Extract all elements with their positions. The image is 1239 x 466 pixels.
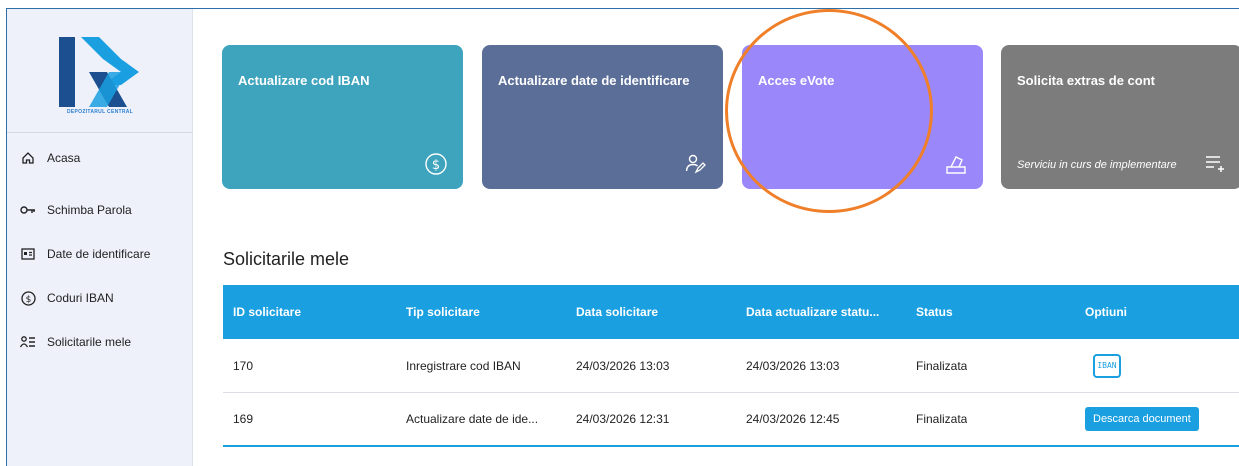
- logo-text: DEPOZITARUL CENTRAL: [66, 109, 134, 115]
- cell-updated: 24/03/2026 13:03: [746, 358, 840, 373]
- card-note: Serviciu in curs de implementare: [1017, 159, 1177, 171]
- sidebar-item-label: Coduri IBAN: [47, 291, 114, 305]
- column-header[interactable]: Data actualizare statu...: [746, 305, 896, 319]
- cell-id: 169: [233, 412, 254, 426]
- sidebar-item-acasa[interactable]: Acasa: [19, 147, 80, 169]
- sidebar: DEPOZITARUL CENTRAL Acasa Schimba Parola…: [7, 9, 193, 466]
- dollar-circle-icon: $: [425, 153, 447, 175]
- column-header[interactable]: Status: [916, 305, 953, 319]
- column-header[interactable]: Optiuni: [1085, 305, 1127, 319]
- id-card-icon: [19, 245, 37, 263]
- column-header[interactable]: ID solicitare: [233, 305, 301, 319]
- descarca-document-button[interactable]: Descarca document: [1085, 407, 1199, 431]
- sidebar-item-coduri-iban[interactable]: $ Coduri IBAN: [19, 287, 114, 309]
- logo: DEPOZITARUL CENTRAL: [7, 9, 193, 133]
- card-title: Acces eVote: [758, 73, 835, 88]
- cell-updated: 24/03/2026 12:45: [746, 412, 840, 426]
- sidebar-item-date-de-identificare[interactable]: Date de identificare: [19, 243, 150, 265]
- dollar-circle-icon: $: [19, 289, 37, 307]
- card-solicita-extras-de-cont[interactable]: Solicita extras de cont Serviciu in curs…: [1001, 45, 1239, 189]
- card-title: Actualizare cod IBAN: [238, 73, 370, 88]
- svg-text:$: $: [25, 295, 31, 305]
- svg-text:$: $: [432, 158, 440, 173]
- list-add-icon: [1204, 153, 1226, 175]
- section-title: Solicitarile mele: [223, 249, 350, 269]
- column-header[interactable]: Tip solicitare: [406, 305, 480, 319]
- app-window: DEPOZITARUL CENTRAL Acasa Schimba Parola…: [6, 8, 1239, 466]
- iban-icon: IBAN: [1093, 353, 1121, 378]
- card-actualizare-cod-iban[interactable]: Actualizare cod IBAN $: [222, 45, 463, 189]
- home-icon: [19, 149, 37, 167]
- cell-date: 24/03/2026 12:31: [576, 412, 670, 426]
- cell-type: Inregistrare cod IBAN: [406, 358, 521, 373]
- user-list-icon: [19, 333, 37, 351]
- card-title: Solicita extras de cont: [1017, 73, 1155, 88]
- sidebar-item-label: Solicitarile mele: [47, 335, 132, 349]
- column-header[interactable]: Data solicitare: [576, 305, 658, 319]
- cell-status: Finalizata: [916, 358, 968, 373]
- cell-type: Actualizare date de ide...: [406, 412, 539, 426]
- sidebar-item-label: Acasa: [47, 151, 81, 165]
- sidebar-item-label: Date de identificare: [47, 247, 151, 261]
- table-row: 170 Inregistrare cod IBAN 24/03/2026 13:…: [223, 339, 1239, 393]
- requests-table: ID solicitare Tip solicitare Data solici…: [223, 285, 1239, 447]
- sidebar-item-schimba-parola[interactable]: Schimba Parola: [19, 199, 132, 221]
- cell-id: 170: [233, 358, 254, 373]
- descarca-document-label: Descarca document: [1085, 407, 1199, 431]
- card-acces-evote[interactable]: Acces eVote: [742, 45, 983, 189]
- sidebar-item-solicitarile-mele[interactable]: Solicitarile mele: [19, 331, 131, 353]
- cell-status: Finalizata: [916, 412, 968, 426]
- iban-button[interactable]: IBAN: [1093, 353, 1121, 378]
- table-row: 169 Actualizare date de ide... 24/03/202…: [223, 393, 1239, 447]
- ballot-box-icon: [945, 153, 967, 175]
- card-title: Actualizare date de identificare: [498, 73, 690, 88]
- user-edit-icon: [685, 153, 707, 175]
- sidebar-item-label: Schimba Parola: [47, 203, 132, 217]
- table-header: ID solicitare Tip solicitare Data solici…: [223, 285, 1239, 339]
- cell-date: 24/03/2026 13:03: [576, 358, 670, 373]
- card-actualizare-date-identificare[interactable]: Actualizare date de identificare: [482, 45, 723, 189]
- key-icon: [19, 201, 37, 219]
